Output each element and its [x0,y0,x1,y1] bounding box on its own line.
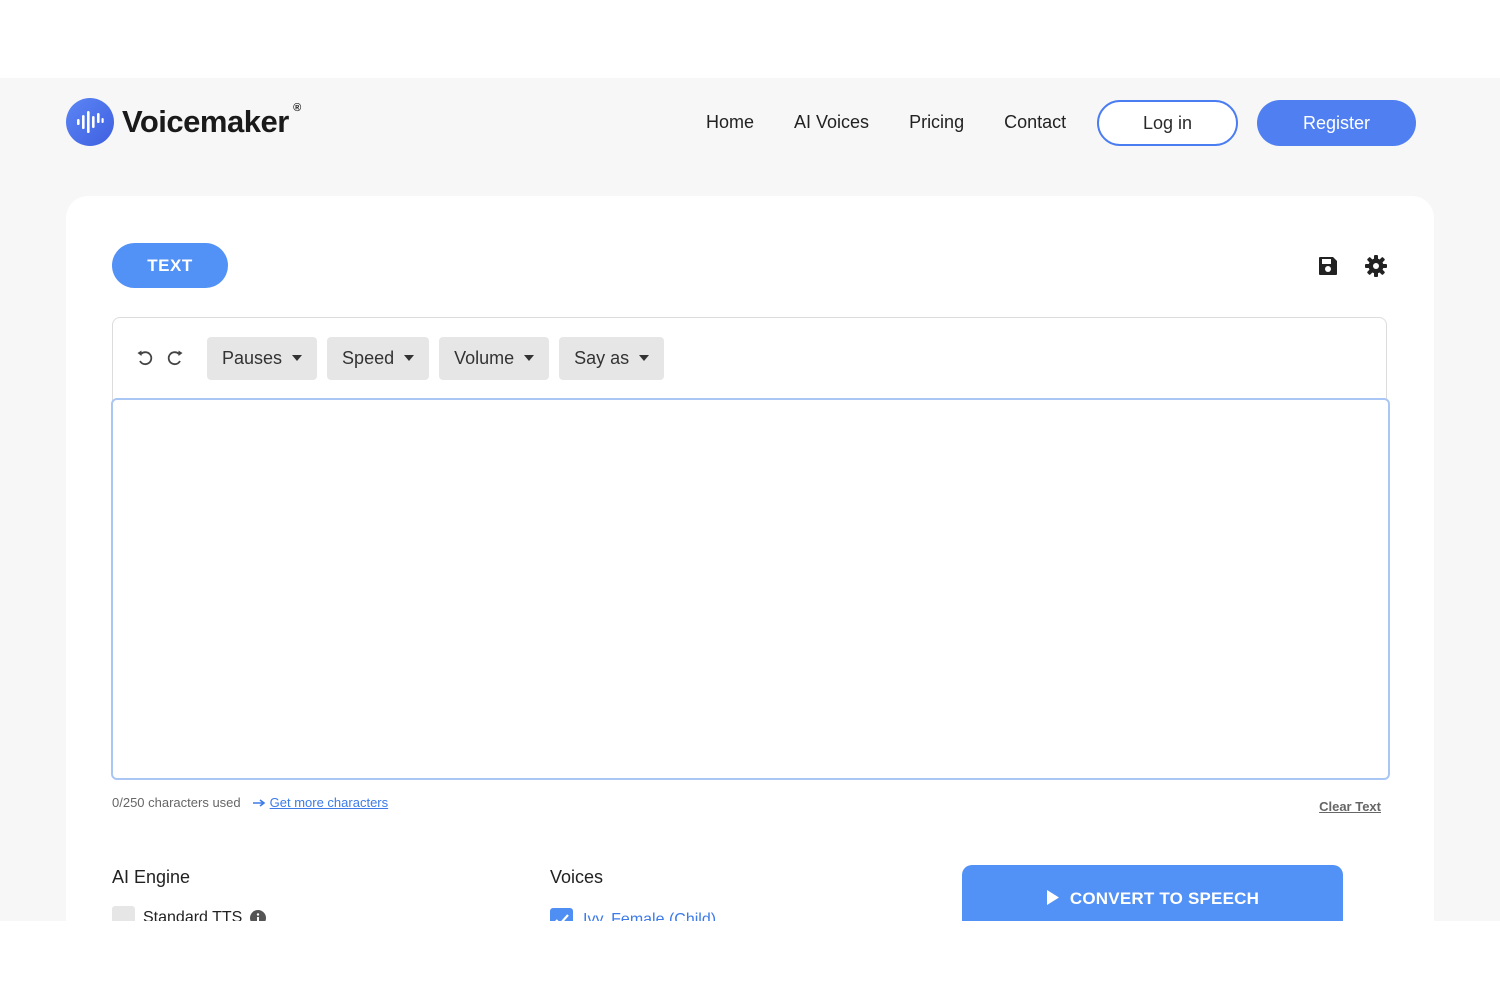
convert-label: CONVERT TO SPEECH [1069,889,1260,908]
nav-home[interactable]: Home [706,112,754,133]
undo-icon[interactable] [135,348,155,368]
voices-label: Voices [550,867,604,887]
say-as-label: Say as [574,347,630,368]
redo-icon[interactable] [165,348,185,368]
engine-checkbox[interactable] [112,906,135,921]
page-viewport: Voicemaker ® Home AI Voices Pricing Conta… [0,78,1500,921]
pauses-label: Pauses [222,347,283,368]
register-button[interactable]: Register [1257,100,1416,146]
info-icon[interactable] [250,909,267,921]
get-more-characters-label: Get more characters [269,795,389,810]
caret-down-icon [404,355,415,361]
say-as-dropdown[interactable]: Say as [559,336,665,380]
logo[interactable]: Voicemaker ® [66,98,301,146]
nav-pricing[interactable]: Pricing [909,112,964,133]
engine-option-label: Standard TTS [143,908,243,922]
arrow-right-icon [252,798,265,807]
convert-to-speech-button[interactable]: CONVERT TO SPEECH [962,865,1343,921]
play-icon [1046,890,1059,905]
get-more-characters-link[interactable]: Get more characters [252,795,389,810]
speed-label: Speed [342,347,395,368]
caret-down-icon [524,355,535,361]
voice-option-ivy[interactable]: Ivy, Female (Child) [550,908,716,921]
voice-checkbox[interactable] [550,908,573,921]
card-tools [1316,254,1388,278]
gear-icon[interactable] [1364,254,1388,278]
save-icon[interactable] [1316,254,1340,278]
caret-down-icon [292,355,303,361]
voice-option-label: Ivy, Female (Child) [583,910,717,922]
clear-text-button[interactable]: Clear Text [1319,799,1381,814]
tab-text[interactable]: TEXT [112,243,228,288]
caret-down-icon [639,355,650,361]
characters-used: 0/250 characters used [112,795,241,810]
sound-wave-icon [66,98,114,146]
engine-option-standard[interactable]: Standard TTS [112,906,267,922]
main-nav: Home AI Voices Pricing Contact [706,112,1106,133]
speed-dropdown[interactable]: Speed [327,336,430,380]
volume-dropdown[interactable]: Volume [439,336,550,380]
logo-text: Voicemaker ® [122,102,301,139]
history-controls [135,348,185,368]
site-header: Voicemaker ® Home AI Voices Pricing Conta… [0,78,1500,178]
check-icon [554,913,569,921]
text-editor: Pauses Speed Volume Say as [111,317,1390,780]
pauses-dropdown[interactable]: Pauses [207,336,318,380]
registered-mark: ® [293,102,301,114]
nav-contact[interactable]: Contact [1004,112,1066,133]
editor-toolbar: Pauses Speed Volume Say as [113,318,1386,398]
character-counter: 0/250 characters used Get more character… [112,795,388,810]
volume-label: Volume [454,347,515,368]
tts-card: TEXT Pauses Speed Volume Say as 0/250 ch… [66,196,1434,921]
nav-ai-voices[interactable]: AI Voices [794,112,869,133]
ai-engine-label: AI Engine [112,867,191,887]
login-button[interactable]: Log in [1097,100,1238,146]
text-input[interactable] [111,398,1390,780]
